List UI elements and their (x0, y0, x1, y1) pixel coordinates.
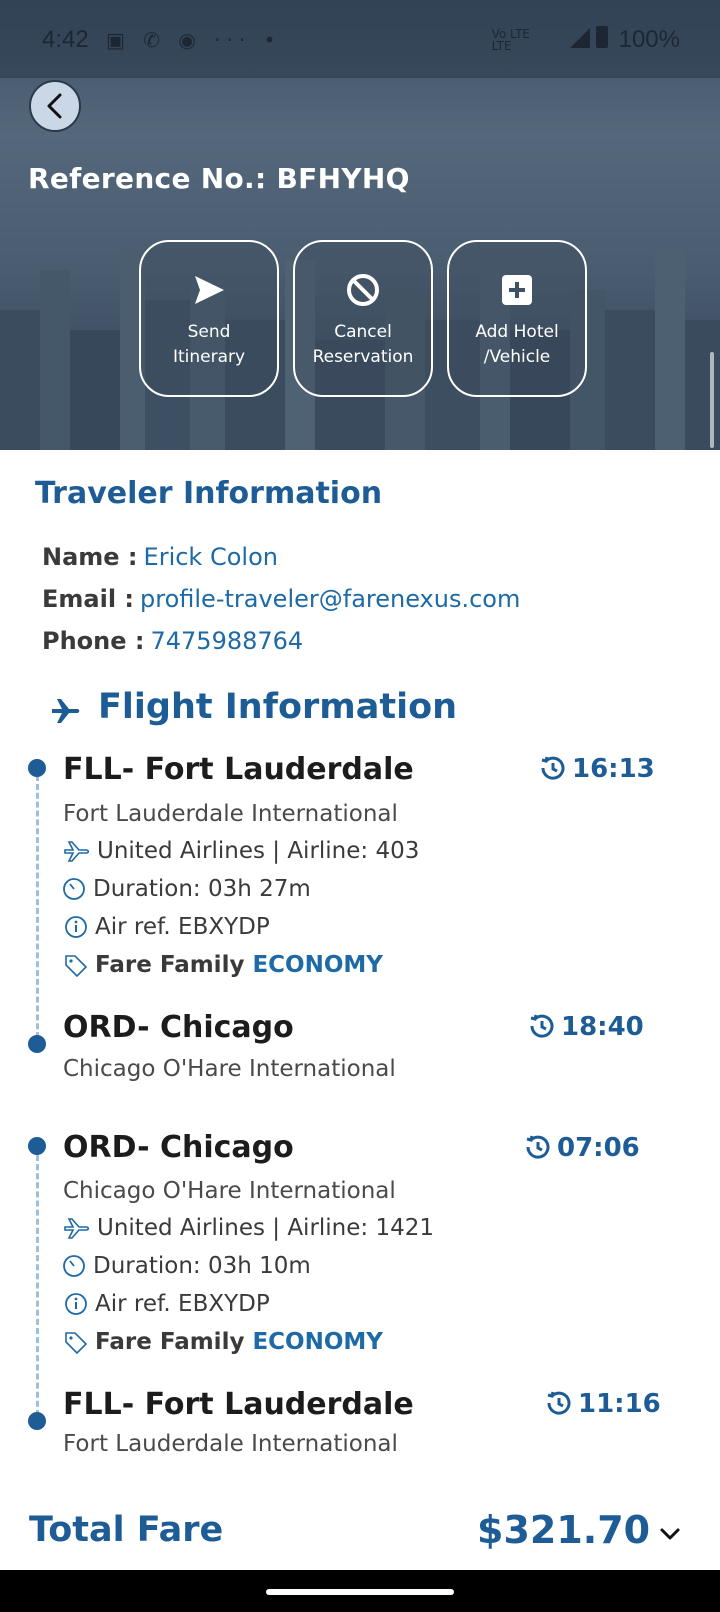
cancel-reservation-label: Cancel Reservation (312, 322, 414, 367)
name-label: Name : (42, 543, 138, 571)
departure-time: 07:06 (525, 1133, 640, 1163)
timeline-dot (28, 1137, 46, 1155)
network-indicator: Vo LTE LTE (491, 27, 530, 53)
departure-airport-code: FLL- Fort Lauderdale (63, 752, 414, 787)
signal-icon (570, 28, 590, 48)
arrival-airport-name: Chicago O'Hare International (63, 1056, 396, 1082)
timeline-dot (28, 759, 46, 777)
timeline-line (36, 775, 39, 1047)
fare-family-detail: Fare Family ECONOMY (63, 1329, 383, 1355)
add-icon (502, 275, 532, 305)
tag-icon (65, 1332, 88, 1354)
departure-airport-name: Chicago O'Hare International (63, 1178, 396, 1204)
status-time: 4:42 (42, 26, 89, 53)
cancel-reservation-button[interactable]: Cancel Reservation (293, 240, 433, 397)
history-icon (541, 756, 565, 780)
battery-percent: 100% (618, 26, 680, 53)
timeline-dot (28, 1412, 46, 1430)
arrival-airport-name: Fort Lauderdale International (63, 1431, 398, 1457)
back-button[interactable] (29, 80, 81, 132)
tag-icon (65, 955, 88, 977)
arrival-time: 18:40 (529, 1012, 644, 1042)
departure-airport-name: Fort Lauderdale International (63, 801, 398, 827)
arrival-time: 11:16 (546, 1389, 661, 1419)
history-icon (526, 1135, 550, 1159)
timer-icon (63, 878, 85, 900)
airline-detail: United Airlines | Airline: 403 (63, 838, 419, 864)
history-icon (530, 1014, 554, 1038)
history-icon (547, 1391, 571, 1415)
duration-detail: Duration: 03h 27m (61, 876, 311, 902)
traveler-email[interactable]: profile-traveler@farenexus.com (140, 585, 520, 613)
total-fare-value: $321.70 (477, 1508, 651, 1552)
duration-detail: Duration: 03h 10m (61, 1253, 311, 1279)
plane-icon (52, 699, 80, 723)
header-banner: 4:42 ▣ ✆ ◉ ··· • Vo LTE LTE 100% Referenc… (0, 0, 720, 450)
departure-time: 16:13 (540, 754, 655, 784)
air-ref-detail: Air ref. EBXYDP (63, 914, 270, 940)
air-ref-detail: Air ref. EBXYDP (63, 1291, 270, 1317)
notification-icons: ▣ ✆ ◉ ··· • (106, 28, 282, 52)
flight-information-title: Flight Information (98, 687, 458, 727)
send-itinerary-button[interactable]: Send Itinerary (139, 240, 279, 397)
plane-outline-icon (64, 841, 90, 862)
scroll-indicator (710, 352, 714, 448)
fare-family-value: ECONOMY (252, 1329, 383, 1355)
status-bar: 4:42 ▣ ✆ ◉ ··· • Vo LTE LTE 100% (0, 0, 720, 78)
traveler-information-title: Traveler Information (35, 476, 383, 511)
email-label: Email : (42, 585, 135, 613)
traveler-email-row: Email : profile-traveler@farenexus.com (42, 585, 520, 613)
chevron-down-icon[interactable] (658, 1522, 682, 1546)
arrival-airport-code: ORD- Chicago (63, 1010, 294, 1045)
battery-icon (596, 26, 608, 48)
add-hotel-vehicle-button[interactable]: Add Hotel /Vehicle (447, 240, 587, 397)
fare-family-detail: Fare Family ECONOMY (63, 952, 383, 978)
timeline-line (36, 1155, 39, 1425)
arrival-airport-code: FLL- Fort Lauderdale (63, 1387, 414, 1422)
traveler-name: Erick Colon (143, 543, 278, 571)
system-navigation-bar (0, 1570, 720, 1612)
total-fare-label: Total Fare (29, 1510, 224, 1550)
traveler-name-row: Name : Erick Colon (42, 543, 278, 571)
traveler-phone[interactable]: 7475988764 (150, 627, 303, 655)
traveler-phone-row: Phone :7475988764 (42, 627, 303, 655)
chevron-left-icon (47, 93, 62, 119)
departure-airport-code: ORD- Chicago (63, 1130, 294, 1165)
reference-number: Reference No.: BFHYHQ (28, 162, 410, 195)
info-icon (65, 916, 87, 938)
home-gesture-handle[interactable] (266, 1589, 454, 1595)
plane-outline-icon (64, 1218, 90, 1239)
cancel-icon (347, 274, 379, 306)
fare-family-value: ECONOMY (252, 952, 383, 978)
airline-detail: United Airlines | Airline: 1421 (63, 1215, 434, 1241)
timer-icon (63, 1255, 85, 1277)
add-hotel-vehicle-label: Add Hotel /Vehicle (475, 322, 559, 367)
phone-label: Phone : (42, 627, 145, 655)
timeline-dot (28, 1035, 46, 1053)
info-icon (65, 1293, 87, 1315)
send-icon (195, 276, 224, 304)
send-itinerary-label: Send Itinerary (172, 322, 246, 367)
